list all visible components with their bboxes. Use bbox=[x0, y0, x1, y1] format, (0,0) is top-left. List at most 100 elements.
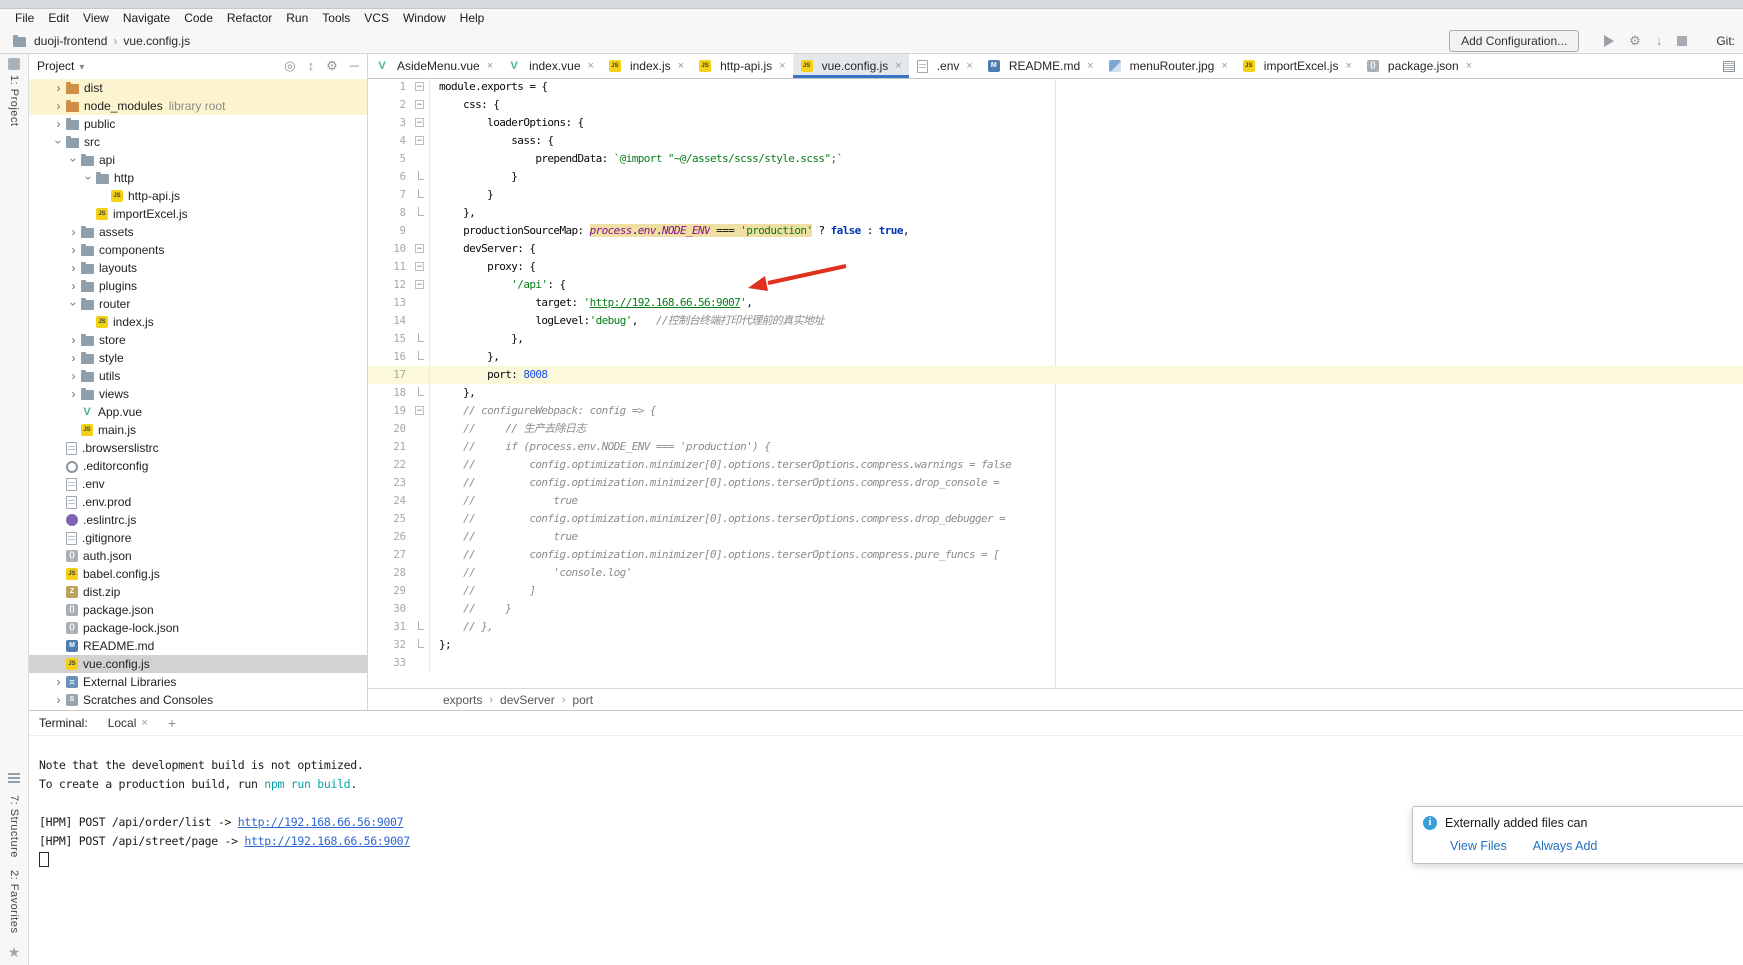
tree-item-style[interactable]: style bbox=[29, 349, 367, 367]
code-text[interactable]: logLevel:'debug', //控制台终端打印代理前的真实地址 bbox=[430, 312, 824, 330]
tree-item-plugins[interactable]: plugins bbox=[29, 277, 367, 295]
favorites-star-icon[interactable]: ★ bbox=[8, 945, 21, 959]
tab-vue.config.js[interactable]: vue.config.js bbox=[793, 54, 909, 78]
breadcrumb-devServer[interactable]: devServer bbox=[498, 693, 557, 707]
tree-item-README.md[interactable]: README.md bbox=[29, 637, 367, 655]
locate-file-icon[interactable]: ◎ bbox=[284, 58, 295, 74]
structure-stripe-label[interactable]: 7: Structure bbox=[8, 795, 20, 858]
chevron-right-icon[interactable] bbox=[67, 333, 80, 347]
tab-index.js[interactable]: index.js bbox=[601, 54, 691, 78]
tree-item-assets[interactable]: assets bbox=[29, 223, 367, 241]
favorites-stripe-label[interactable]: 2: Favorites bbox=[8, 870, 20, 933]
menu-item-code[interactable]: Code bbox=[177, 9, 220, 28]
menu-item-run[interactable]: Run bbox=[279, 9, 315, 28]
code-editor[interactable]: 1module.exports = {2 css: {3 loaderOptio… bbox=[368, 78, 1743, 688]
chevron-right-icon[interactable] bbox=[67, 387, 80, 401]
project-panel-title[interactable]: Project bbox=[37, 59, 84, 73]
close-icon[interactable] bbox=[779, 60, 785, 72]
chevron-right-icon[interactable] bbox=[52, 675, 65, 689]
code-text[interactable]: } bbox=[430, 168, 517, 186]
menu-item-tools[interactable]: Tools bbox=[315, 9, 357, 28]
menu-item-view[interactable]: View bbox=[76, 9, 116, 28]
tree-item-.browserslistrc[interactable]: .browserslistrc bbox=[29, 439, 367, 457]
tree-item-layouts[interactable]: layouts bbox=[29, 259, 367, 277]
tab-index.vue[interactable]: index.vue bbox=[500, 54, 601, 78]
notification-popup[interactable]: Externally added files can View Files Al… bbox=[1412, 806, 1743, 864]
tree-item-http-api.js[interactable]: http-api.js bbox=[29, 187, 367, 205]
tree-item-Scratches and Consoles[interactable]: Scratches and Consoles bbox=[29, 691, 367, 709]
structure-icon[interactable] bbox=[8, 773, 20, 783]
tree-item-package-lock.json[interactable]: package-lock.json bbox=[29, 619, 367, 637]
tree-item-http[interactable]: http bbox=[29, 169, 367, 187]
fold-icon[interactable] bbox=[412, 384, 430, 402]
menu-item-refactor[interactable]: Refactor bbox=[220, 9, 279, 28]
tree-item-.env[interactable]: .env bbox=[29, 475, 367, 493]
tree-item-main.js[interactable]: main.js bbox=[29, 421, 367, 439]
breadcrumb-file[interactable]: vue.config.js bbox=[121, 34, 192, 48]
code-text[interactable]: productionSourceMap: process.env.NODE_EN… bbox=[430, 222, 909, 240]
code-text[interactable]: // true bbox=[430, 528, 578, 546]
code-text[interactable]: // ] bbox=[430, 582, 535, 600]
chevron-down-icon[interactable] bbox=[52, 136, 66, 149]
menu-item-vcs[interactable]: VCS bbox=[357, 9, 396, 28]
collapse-all-icon[interactable]: ↕ bbox=[308, 58, 315, 73]
chevron-right-icon[interactable] bbox=[52, 99, 65, 113]
code-text[interactable]: css: { bbox=[430, 96, 499, 114]
tree-item-babel.config.js[interactable]: babel.config.js bbox=[29, 565, 367, 583]
update-project-icon[interactable]: ↓ bbox=[1656, 34, 1663, 47]
tree-item-router[interactable]: router bbox=[29, 295, 367, 313]
code-text[interactable]: target: 'http://192.168.66.56:9007', bbox=[430, 294, 752, 312]
tree-item-src[interactable]: src bbox=[29, 133, 367, 151]
code-text[interactable]: // }, bbox=[430, 618, 493, 636]
chevron-right-icon[interactable] bbox=[67, 261, 80, 275]
always-add-link[interactable]: Always Add bbox=[1533, 839, 1598, 853]
code-text[interactable]: // configureWebpack: config => { bbox=[430, 402, 656, 420]
fold-icon[interactable] bbox=[412, 402, 430, 420]
code-text[interactable]: // // 生产去除日志 bbox=[430, 420, 586, 438]
fold-icon[interactable] bbox=[412, 348, 430, 366]
code-text[interactable]: } bbox=[430, 186, 493, 204]
chevron-right-icon[interactable] bbox=[67, 225, 80, 239]
code-text[interactable]: // true bbox=[430, 492, 578, 510]
code-text[interactable]: // 'console.log' bbox=[430, 564, 632, 582]
fold-icon[interactable] bbox=[412, 636, 430, 654]
tree-item-utils[interactable]: utils bbox=[29, 367, 367, 385]
run-icon[interactable] bbox=[1604, 35, 1614, 47]
chevron-right-icon[interactable] bbox=[52, 81, 65, 95]
fold-icon[interactable] bbox=[412, 276, 430, 294]
code-text[interactable]: prependData: `@import "~@/assets/scss/st… bbox=[430, 150, 843, 168]
code-text[interactable]: // config.optimization.minimizer[0].opti… bbox=[430, 546, 999, 564]
menu-item-file[interactable]: File bbox=[8, 9, 41, 28]
fold-icon[interactable] bbox=[412, 330, 430, 348]
tree-item-.env.prod[interactable]: .env.prod bbox=[29, 493, 367, 511]
chevron-right-icon[interactable] bbox=[52, 693, 65, 707]
fold-icon[interactable] bbox=[412, 240, 430, 258]
code-text[interactable]: }; bbox=[430, 636, 451, 654]
project-stripe-button[interactable]: 1: Project bbox=[0, 58, 28, 126]
tab-importExcel.js[interactable]: importExcel.js bbox=[1235, 54, 1359, 78]
code-text[interactable]: loaderOptions: { bbox=[430, 114, 584, 132]
code-text[interactable]: // } bbox=[430, 600, 511, 618]
tree-item-store[interactable]: store bbox=[29, 331, 367, 349]
terminal-tab-local[interactable]: Local bbox=[102, 714, 154, 732]
tab-http-api.js[interactable]: http-api.js bbox=[691, 54, 792, 78]
code-text[interactable]: // config.optimization.minimizer[0].opti… bbox=[430, 456, 1011, 474]
tree-item-views[interactable]: views bbox=[29, 385, 367, 403]
close-icon[interactable] bbox=[895, 60, 901, 72]
fold-icon[interactable] bbox=[412, 78, 430, 96]
close-icon[interactable] bbox=[1466, 60, 1472, 72]
close-icon[interactable] bbox=[966, 60, 972, 72]
tree-item-node_modules[interactable]: node_moduleslibrary root bbox=[29, 97, 367, 115]
tree-item-App.vue[interactable]: App.vue bbox=[29, 403, 367, 421]
chevron-right-icon[interactable] bbox=[52, 117, 65, 131]
menu-item-window[interactable]: Window bbox=[396, 9, 453, 28]
chevron-right-icon[interactable] bbox=[67, 279, 80, 293]
new-terminal-icon[interactable] bbox=[168, 715, 176, 731]
tree-item-importExcel.js[interactable]: importExcel.js bbox=[29, 205, 367, 223]
code-text[interactable]: // if (process.env.NODE_ENV === 'product… bbox=[430, 438, 770, 456]
chevron-down-icon[interactable] bbox=[82, 172, 96, 185]
fold-icon[interactable] bbox=[412, 168, 430, 186]
code-text[interactable]: module.exports = { bbox=[430, 78, 547, 96]
close-icon[interactable] bbox=[678, 60, 684, 72]
breadcrumb-project[interactable]: duoji-frontend bbox=[32, 34, 109, 48]
